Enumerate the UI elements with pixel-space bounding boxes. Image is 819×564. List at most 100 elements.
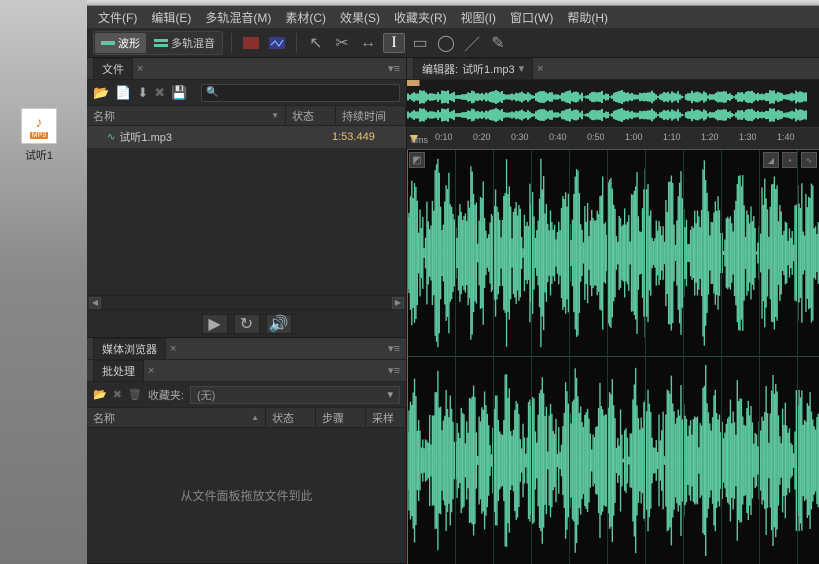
menu-edit[interactable]: 编辑(E) <box>144 9 198 26</box>
spectral-pitch-button[interactable] <box>266 33 288 53</box>
menu-help[interactable]: 帮助(H) <box>560 9 615 26</box>
col-step[interactable]: 步骤 <box>316 408 366 427</box>
lasso-tool-button[interactable]: ◯ <box>435 33 457 53</box>
menu-multitrack[interactable]: 多轨混音(M) <box>198 9 278 26</box>
overview-waveform <box>407 88 807 124</box>
batch-table-header: 名称▲ 状态 步骤 采样 <box>87 408 406 428</box>
brush-tool-button[interactable]: ／ <box>461 33 483 53</box>
spectral-display-flag-button[interactable] <box>240 33 262 53</box>
play-button[interactable]: ▶ <box>202 314 228 334</box>
close-icon[interactable]: × <box>137 63 143 75</box>
search-icon: 🔍 <box>206 87 218 98</box>
channel-left: ◩ ◢ • ∿ <box>407 150 819 357</box>
save-icon[interactable]: 💾 <box>171 85 187 101</box>
playhead-line[interactable] <box>407 150 408 564</box>
menu-effects[interactable]: 效果(S) <box>333 9 387 26</box>
main-area: 文件 × ▾≡ 📂 📄 ⬇ ✖ 💾 🔍 名称▼ 状态 <box>87 58 819 564</box>
media-browser-panel: 媒体浏览器 × ▾≡ <box>87 338 406 360</box>
files-table-header: 名称▼ 状态 持续时间 <box>87 106 406 126</box>
favorite-dropdown[interactable]: (无) ▾ <box>190 386 400 404</box>
time-ruler[interactable]: ▼ hms 0:100:200:300:400:501:001:101:201:… <box>407 128 819 150</box>
favorite-label: 收藏夹: <box>148 387 184 403</box>
batch-toolbar: 📂 ✖ 🗑 收藏夹: (无) ▾ <box>87 382 406 408</box>
loop-button[interactable]: ↻ <box>234 314 260 334</box>
col-name[interactable]: 名称▲ <box>87 408 266 427</box>
files-search-input[interactable]: 🔍 <box>201 84 400 102</box>
sort-arrow-icon: ▼ <box>271 111 279 120</box>
separator <box>296 33 297 53</box>
mp3-badge: MP3 <box>30 132 48 139</box>
menu-file[interactable]: 文件(F) <box>91 9 144 26</box>
close-file-icon[interactable]: ✖ <box>154 85 165 101</box>
new-file-icon[interactable]: 📄 <box>115 85 131 101</box>
files-scroll-horizontal[interactable]: ◀ ▶ <box>87 295 406 309</box>
file-row[interactable]: ∿ 试听1.mp3 1:53.449 <box>87 126 406 148</box>
preview-transport: ▶ ↻ 🔊 <box>87 309 406 337</box>
marquee-tool-button[interactable]: ▭ <box>409 33 431 53</box>
media-browser-tab[interactable]: 媒体浏览器 <box>93 338 166 359</box>
waveform-mode-button[interactable]: 波形 <box>95 33 146 53</box>
multitrack-mode-button[interactable]: 多轨混音 <box>148 33 221 53</box>
waveform-icon <box>101 38 115 48</box>
heal-tool-button[interactable]: ✎ <box>487 33 509 53</box>
move-tool-button[interactable]: ↖ <box>305 33 327 53</box>
import-icon[interactable]: ⬇ <box>137 85 148 101</box>
col-name[interactable]: 名称▼ <box>87 106 286 125</box>
mp3-file-icon: ♪ MP3 <box>21 108 57 144</box>
panel-menu-icon[interactable]: ▾≡ <box>388 364 400 377</box>
batch-tab[interactable]: 批处理 <box>93 360 144 381</box>
audio-editor-window: 文件(F) 编辑(E) 多轨混音(M) 素材(C) 效果(S) 收藏夹(R) 视… <box>87 0 819 564</box>
scroll-right-icon[interactable]: ▶ <box>392 297 404 309</box>
batch-panel-header[interactable]: 批处理 × ▾≡ <box>87 360 406 382</box>
razor-tool-button[interactable]: ✂ <box>331 33 353 53</box>
col-sample[interactable]: 采样 <box>366 408 406 427</box>
ruler-tick: 1:20 <box>701 132 719 142</box>
close-icon[interactable]: × <box>148 365 154 377</box>
files-toolbar: 📂 📄 ⬇ ✖ 💾 🔍 <box>87 80 406 106</box>
slip-tool-button[interactable]: ↔ <box>357 33 379 53</box>
col-duration[interactable]: 持续时间 <box>336 106 406 125</box>
ruler-tick: 1:30 <box>739 132 757 142</box>
waveform-display[interactable]: ◩ ◢ • ∿ <box>407 150 819 564</box>
time-selection-tool-button[interactable]: I <box>383 33 405 53</box>
channel-right <box>407 357 819 564</box>
ruler-tick: 0:30 <box>511 132 529 142</box>
col-status[interactable]: 状态 <box>286 106 336 125</box>
close-icon[interactable]: × <box>170 343 176 355</box>
menu-window[interactable]: 窗口(W) <box>503 9 560 26</box>
clear-icon[interactable]: 🗑 <box>128 388 142 401</box>
waveform-overview[interactable] <box>407 80 819 128</box>
editor-header[interactable]: 编辑器: 试听1.mp3 ▾ × <box>407 58 819 80</box>
col-status[interactable]: 状态 <box>266 408 316 427</box>
menubar: 文件(F) 编辑(E) 多轨混音(M) 素材(C) 效果(S) 收藏夹(R) 视… <box>87 6 819 28</box>
editor-tab[interactable]: 编辑器: 试听1.mp3 ▾ <box>413 58 533 80</box>
desktop-file-mp3[interactable]: ♪ MP3 试听1 <box>14 108 64 163</box>
panel-menu-icon[interactable]: ▾≡ <box>388 342 400 355</box>
waveform-right <box>407 357 819 564</box>
files-list: ∿ 试听1.mp3 1:53.449 <box>87 126 406 295</box>
media-browser-header[interactable]: 媒体浏览器 × ▾≡ <box>87 338 406 360</box>
ruler-tick: 1:10 <box>663 132 681 142</box>
chevron-down-icon: ▾ <box>387 388 393 401</box>
files-panel-header[interactable]: 文件 × ▾≡ <box>87 58 406 80</box>
close-icon[interactable]: × <box>537 63 543 75</box>
scroll-left-icon[interactable]: ◀ <box>89 297 101 309</box>
left-panel-group: 文件 × ▾≡ 📂 📄 ⬇ ✖ 💾 🔍 名称▼ 状态 <box>87 58 407 564</box>
menu-favorites[interactable]: 收藏夹(R) <box>387 9 454 26</box>
panel-menu-icon[interactable]: ▾≡ <box>388 62 400 75</box>
desktop-background: ♪ MP3 试听1 <box>0 0 87 564</box>
menu-clip[interactable]: 素材(C) <box>278 9 333 26</box>
batch-drop-zone[interactable]: 从文件面板拖放文件到此 <box>87 428 406 563</box>
files-tab[interactable]: 文件 <box>93 58 133 79</box>
files-panel: 文件 × ▾≡ 📂 📄 ⬇ ✖ 💾 🔍 名称▼ 状态 <box>87 58 406 338</box>
menu-view[interactable]: 视图(I) <box>454 9 503 26</box>
remove-icon[interactable]: ✖ <box>113 388 122 401</box>
autoplay-button[interactable]: 🔊 <box>266 314 292 334</box>
add-folder-icon[interactable]: 📂 <box>93 388 107 401</box>
batch-panel: 批处理 × ▾≡ 📂 ✖ 🗑 收藏夹: (无) ▾ 名称▲ 状态 <box>87 360 406 564</box>
mode-switch-group: 波形 多轨混音 <box>93 31 223 55</box>
chevron-down-icon[interactable]: ▾ <box>519 62 525 75</box>
ruler-tick: 0:50 <box>587 132 605 142</box>
ruler-tick: 0:40 <box>549 132 567 142</box>
open-file-icon[interactable]: 📂 <box>93 85 109 101</box>
